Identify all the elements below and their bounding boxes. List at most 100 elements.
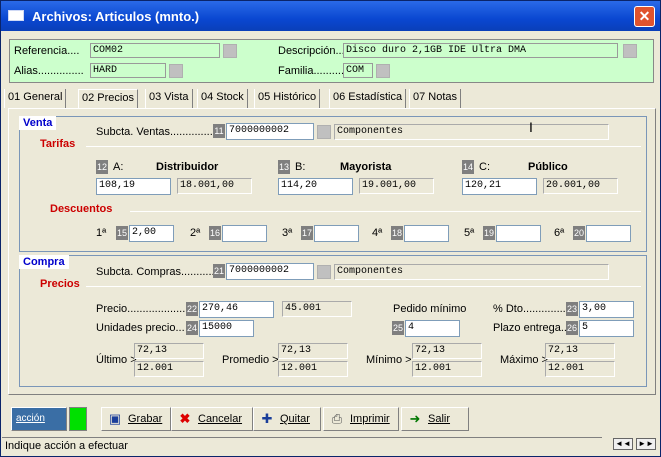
tarifa-a-input[interactable]: 108,19 [96,178,171,195]
exit-icon: ➜ [409,411,421,426]
unidades-input[interactable]: 15000 [199,320,254,337]
field-number: 20 [573,226,585,240]
subcta-compras-desc: Componentes [334,264,609,280]
minimo-doc: 12.001 [412,361,482,377]
subcta-ventas-desc: Componentes [334,124,609,140]
article-header: Referencia.... COM02 Descripción... Disc… [9,39,654,83]
tarifa-b-letter: B: [295,161,306,173]
alias-label: Alias............... [14,65,84,77]
delete-icon: ✚ [261,411,273,426]
field-number: 14 [462,160,474,174]
save-icon: ▣ [108,411,122,426]
precios-title: Precios [40,278,80,290]
divider [86,146,641,147]
tab-general[interactable]: 01 General [4,89,67,108]
subcta-ventas-input[interactable]: 7000000002 [226,123,314,140]
ultimo-price: 72,13 [134,343,204,359]
field-number: 22 [186,302,198,316]
cancel-icon: ✖ [179,411,191,426]
maximo-doc: 12.001 [545,361,615,377]
pedido-label: Pedido mínimo [393,303,467,315]
field-number: 24 [186,321,198,335]
field-number: 12 [96,160,108,174]
text-cursor-icon: I [529,119,533,135]
divider [86,286,641,287]
tarifas-title: Tarifas [40,138,76,150]
tab-vista[interactable]: 03 Vista [145,89,193,108]
tab-precios[interactable]: 02 Precios [78,89,138,108]
subcta-ventas-label: Subcta. Ventas................ [96,126,219,138]
descuento-5-input[interactable] [496,225,541,242]
referencia-lookup[interactable] [223,44,237,58]
tab-estadistica[interactable]: 06 Estadística [329,89,407,108]
precio-input[interactable]: 270,46 [199,301,274,318]
descripcion-field[interactable]: Disco duro 2,1GB IDE Ultra DMA [343,43,618,58]
accion-button[interactable]: acción [11,407,67,431]
subcta-ventas-lookup[interactable] [317,125,331,139]
tarifa-a-pvp: 18.001,00 [177,178,252,194]
referencia-label: Referencia.... [14,45,80,57]
field-number: 13 [278,160,290,174]
quitar-button[interactable]: ✚ Quitar [253,407,321,431]
tarifa-c-input[interactable]: 120,21 [462,178,537,195]
field-number: 17 [301,226,313,240]
promedio-label: Promedio > [222,354,279,366]
status-indicator [69,407,87,431]
familia-lookup[interactable] [376,64,390,78]
first-record-button[interactable]: ◄◄ [613,438,633,450]
tab-historico[interactable]: 05 Histórico [254,89,321,108]
ultimo-doc: 12.001 [134,361,204,377]
field-number: 16 [209,226,221,240]
maximo-label: Máximo > [500,354,548,366]
pedido-input[interactable]: 4 [405,320,460,337]
window-icon [8,10,24,21]
tab-notas[interactable]: 07 Notas [409,89,462,108]
compra-section: Compra Precios Subcta. Compras..........… [19,255,647,387]
title-bar: Archivos: Articulos (mnto.) ✕ [1,1,660,31]
cancelar-button[interactable]: ✖ Cancelar [171,407,253,431]
alias-field[interactable]: HARD [90,63,166,78]
plazo-input[interactable]: 5 [579,320,634,337]
descuento-5-label: 5ª [464,227,475,239]
familia-field[interactable]: COM [343,63,373,78]
descuento-2-input[interactable] [222,225,267,242]
tarifa-b-input[interactable]: 114,20 [278,178,353,195]
subcta-compras-input[interactable]: 7000000002 [226,263,314,280]
tarifa-b-pvp: 19.001,00 [359,178,434,194]
field-number: 11 [213,124,225,138]
venta-title: Venta [19,116,57,130]
descuento-1-input[interactable]: 2,00 [129,225,174,242]
descuento-4-input[interactable] [404,225,449,242]
minimo-label: Mínimo > [366,354,412,366]
descripcion-lookup[interactable] [623,44,637,58]
precio-label: Precio................... [96,303,186,315]
referencia-field[interactable]: COM02 [90,43,220,58]
salir-button[interactable]: ➜ Salir [401,407,469,431]
imprimir-button[interactable]: ⎙ Imprimir [323,407,399,431]
field-number: 15 [116,226,128,240]
field-number: 19 [483,226,495,240]
descuento-6-label: 6ª [554,227,565,239]
alias-lookup[interactable] [169,64,183,78]
subcta-compras-label: Subcta. Compras............ [96,266,218,278]
familia-label: Familia........... [278,65,348,77]
dto-input[interactable]: 3,00 [579,301,634,318]
descripcion-label: Descripción... [278,45,345,57]
ultimo-label: Último > [96,354,137,366]
subcta-compras-lookup[interactable] [317,265,331,279]
field-number: 18 [391,226,403,240]
unidades-label: Unidades precio... [96,322,185,334]
minimo-price: 72,13 [412,343,482,359]
descuento-3-input[interactable] [314,225,359,242]
window-title: Archivos: Articulos (mnto.) [32,9,200,24]
next-record-button[interactable]: ►► [636,438,656,450]
promedio-doc: 12.001 [278,361,348,377]
field-number: 25 [392,321,404,335]
descuento-1-label: 1ª [96,227,107,239]
tab-stock[interactable]: 04 Stock [197,89,248,108]
close-button[interactable]: ✕ [634,6,655,27]
tarifa-c-letter: C: [479,161,490,173]
descuento-2-label: 2ª [190,227,201,239]
descuento-6-input[interactable] [586,225,631,242]
grabar-button[interactable]: ▣ Grabar [101,407,171,431]
